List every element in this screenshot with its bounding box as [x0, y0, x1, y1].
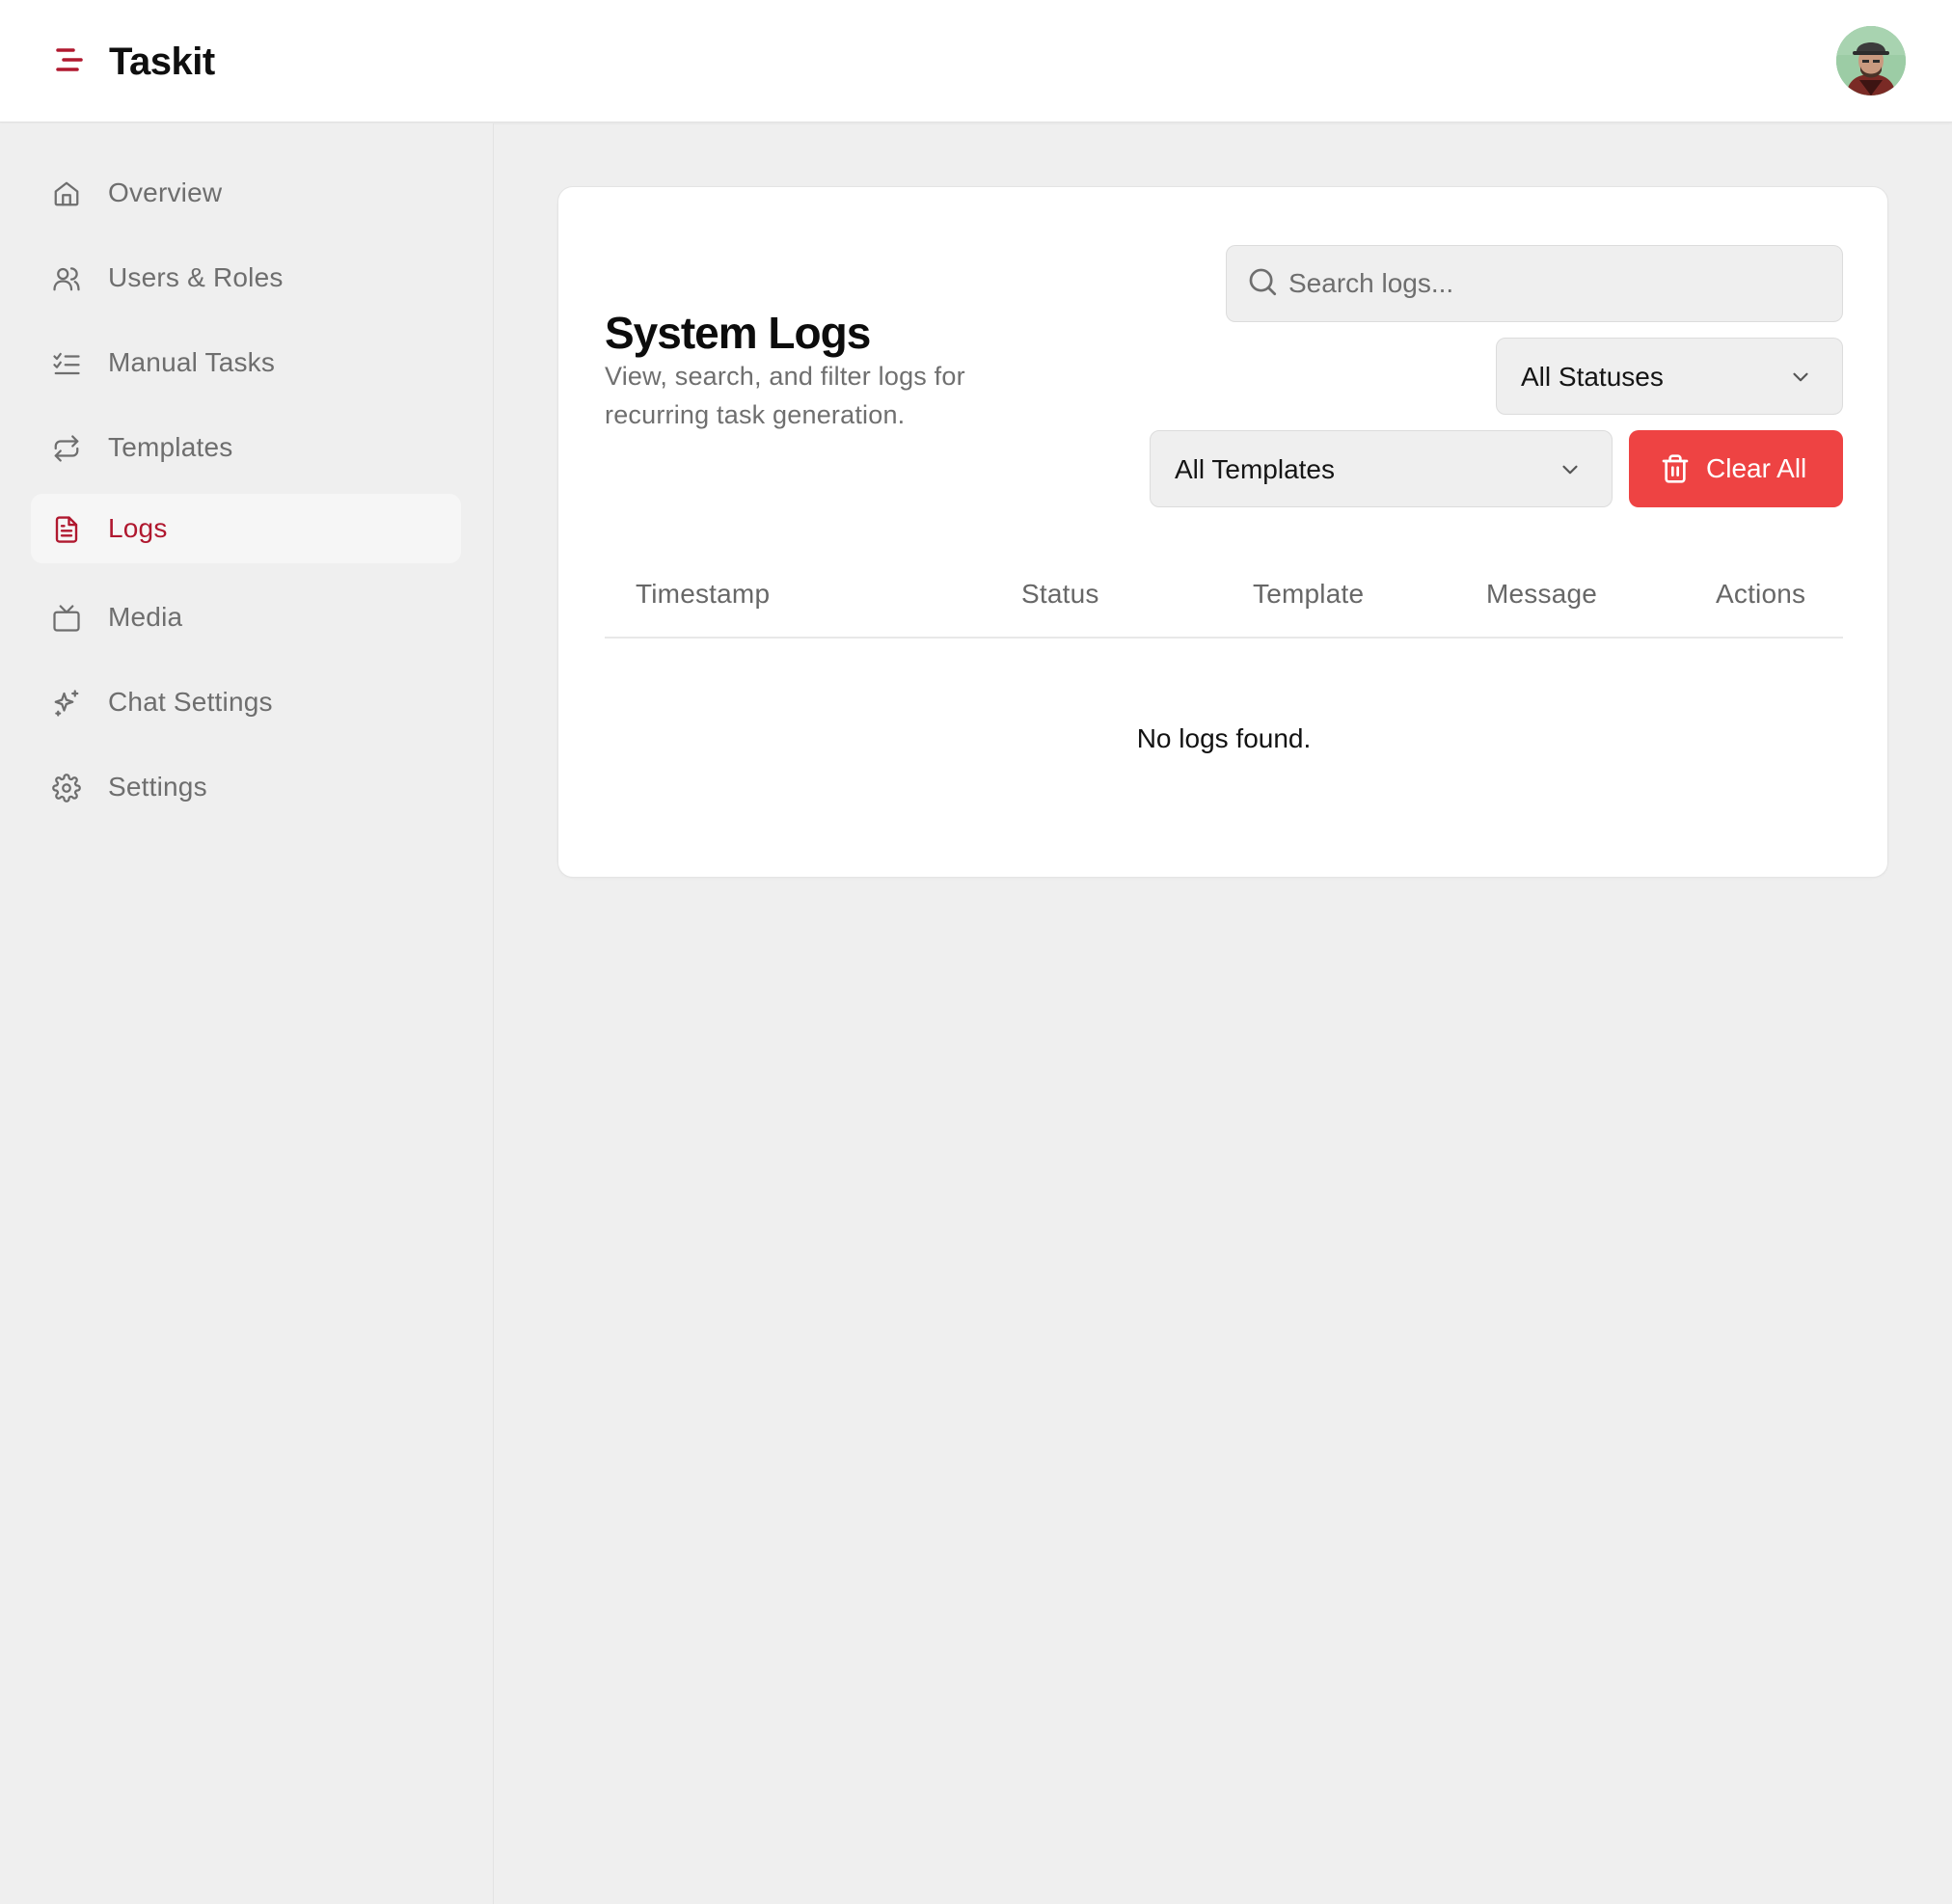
sidebar-item-manual-tasks[interactable]: Manual Tasks: [31, 328, 461, 397]
repeat-icon: [54, 435, 79, 462]
sidebar-item-label: Logs: [108, 513, 168, 543]
logs-card: System Logs View, search, and filter log…: [557, 186, 1888, 878]
trash-icon: [1662, 454, 1689, 483]
sidebar-item-label: Overview: [108, 177, 223, 207]
sidebar-item-logs[interactable]: Logs: [31, 494, 461, 563]
template-filter-value: All Templates: [1175, 454, 1336, 484]
avatar-image: [1836, 26, 1906, 95]
users-icon: [53, 267, 80, 291]
sidebar-item-label: Media: [108, 602, 183, 632]
menu-icon[interactable]: [54, 44, 85, 75]
chevron-down-icon: [1562, 465, 1578, 475]
sidebar-item-media[interactable]: Media: [31, 583, 461, 652]
app-logo-text: Taskit: [109, 41, 215, 83]
search-icon: [1249, 268, 1277, 296]
column-header-timestamp[interactable]: Timestamp: [636, 578, 770, 611]
column-header-status[interactable]: Status: [1021, 578, 1099, 611]
sidebar-item-settings[interactable]: Settings: [31, 752, 461, 822]
gear-icon: [52, 774, 81, 802]
sparkles-icon: [54, 690, 79, 717]
sidebar-item-label: Settings: [108, 772, 207, 802]
sidebar-item-templates[interactable]: Templates: [31, 413, 461, 482]
page-title: System Logs: [605, 308, 871, 358]
search-box[interactable]: [1226, 245, 1843, 322]
sidebar-item-users-roles[interactable]: Users & Roles: [31, 243, 461, 313]
clear-all-label: Clear All: [1706, 453, 1807, 483]
sidebar-item-overview[interactable]: Overview: [31, 158, 461, 228]
clear-all-button[interactable]: Clear All: [1629, 430, 1843, 507]
template-filter-select[interactable]: All Templates: [1150, 430, 1613, 507]
chevron-down-icon: [1793, 372, 1808, 382]
column-header-template[interactable]: Template: [1253, 578, 1364, 611]
page-description: View, search, and filter logs for recurr…: [605, 362, 965, 429]
sidebar-item-label: Templates: [108, 432, 233, 462]
sidebar-item-label: Chat Settings: [108, 687, 273, 717]
top-bar: Taskit: [0, 0, 1952, 122]
sidebar-item-label: Users & Roles: [108, 262, 284, 292]
sidebar-item-label: Manual Tasks: [108, 347, 276, 377]
file-text-icon: [55, 516, 78, 543]
list-checks-icon: [53, 352, 80, 375]
table-header: Timestamp Status Template Message Action…: [605, 563, 1843, 639]
empty-state-message: No logs found.: [1136, 723, 1312, 753]
sidebar-item-chat-settings[interactable]: Chat Settings: [31, 667, 461, 737]
search-input[interactable]: [1288, 246, 1829, 321]
column-header-actions: Actions: [1716, 579, 1806, 609]
home-icon: [54, 181, 79, 206]
avatar[interactable]: [1836, 26, 1906, 95]
status-filter-value: All Statuses: [1521, 362, 1664, 392]
sidebar: Overview Users & Roles Manual Tasks Temp…: [0, 123, 494, 1904]
column-header-message[interactable]: Message: [1486, 578, 1597, 611]
tv-icon: [53, 605, 80, 632]
status-filter-select[interactable]: All Statuses: [1496, 338, 1843, 415]
